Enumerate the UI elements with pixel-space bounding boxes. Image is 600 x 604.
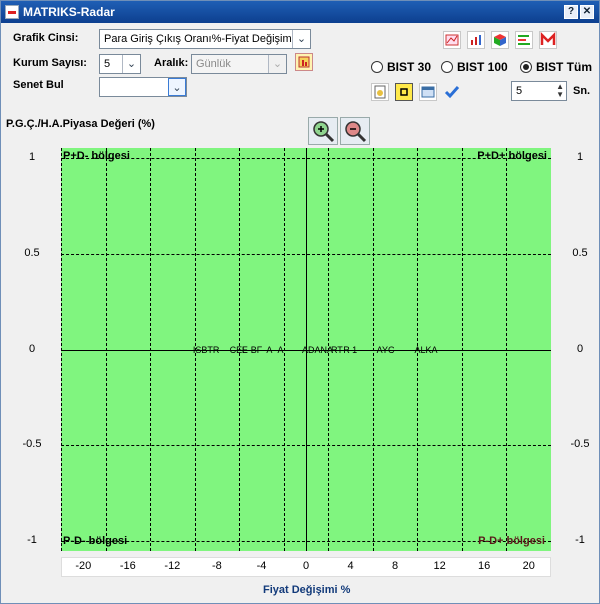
zone-bottom-right: P-D+ bölgesi: [478, 535, 545, 547]
stock-point-r[interactable]: R: [343, 345, 350, 355]
y-tick-label: 0.5: [24, 246, 40, 259]
window-title: MATRIKS-Radar: [23, 5, 115, 19]
spinner-unit: Sn.: [573, 85, 591, 97]
stock-point-rt[interactable]: RT: [331, 345, 343, 355]
interval-select[interactable]: Günlük ⌄: [191, 54, 287, 74]
zoom-in-icon: [313, 121, 335, 143]
stock-point-1[interactable]: 1: [352, 345, 357, 355]
chevron-down-icon[interactable]: ⌄: [122, 55, 140, 73]
refresh-interval-spinner[interactable]: 5 ▲ ▼: [511, 81, 567, 101]
chart-settings-icon[interactable]: [295, 53, 313, 71]
radio-bist30[interactable]: BIST 30: [371, 60, 431, 74]
grid-line-horizontal: [61, 253, 551, 255]
y-tick-label: -1: [575, 534, 585, 547]
m-logo-icon[interactable]: [539, 31, 557, 49]
x-tick-label: 4: [347, 560, 354, 572]
zoom-in-button[interactable]: [308, 117, 338, 145]
stock-point-ayc[interactable]: AYC: [377, 345, 395, 355]
radar-plot[interactable]: P+D- bölgesi P+D+ bölgesi P-D- bölgesi P…: [61, 148, 551, 551]
grid-line-horizontal: [61, 445, 551, 447]
y-tick-label: 0: [28, 342, 36, 355]
cube-icon[interactable]: [491, 31, 509, 49]
y-tick-label: 0: [576, 342, 584, 355]
x-tick-label: 12: [433, 560, 446, 572]
chevron-down-icon[interactable]: ⌄: [268, 55, 286, 73]
y-tick-label: -1: [27, 534, 37, 547]
y-tick-label: 1: [576, 150, 584, 163]
x-tick-label: 16: [478, 560, 491, 572]
chart-icon[interactable]: [443, 31, 461, 49]
find-input[interactable]: ⌄: [99, 77, 187, 97]
y-tick-label: 1: [28, 150, 36, 163]
radio-dot[interactable]: [520, 61, 532, 73]
app-icon: [5, 5, 19, 19]
stock-point-a[interactable]: A: [266, 345, 272, 355]
chart-type-select[interactable]: Para Giriş Çıkış Oranı%-Fiyat Değişimi ⌄: [99, 29, 311, 49]
stock-point-bf[interactable]: BF: [251, 345, 263, 355]
count-value: 5: [104, 58, 111, 70]
x-tick-label: -8: [212, 560, 222, 572]
chart-type-label: Grafik Cinsi:: [13, 32, 79, 44]
count-select[interactable]: 5 ⌄: [99, 54, 141, 74]
interval-label: Aralık:: [154, 57, 189, 69]
stock-point-adana[interactable]: ADANA: [302, 345, 333, 355]
y-tick-label: -0.5: [570, 438, 590, 451]
radio-dot[interactable]: [441, 61, 453, 73]
y-axis-title: P.G.Ç./H.A.Piyasa Değeri (%): [6, 118, 155, 130]
x-tick-label: 0: [302, 560, 310, 572]
stock-point-isbtr[interactable]: ISBTR: [193, 345, 220, 355]
x-tick-label: 8: [392, 560, 399, 572]
zoom-out-button[interactable]: [340, 117, 370, 145]
x-axis-title: Fiyat Değişimi %: [263, 584, 351, 596]
radio-label: BIST Tüm: [536, 60, 592, 74]
count-label: Kurum Sayısı:: [13, 57, 87, 69]
radio-bist-tum[interactable]: BIST Tüm: [520, 60, 592, 74]
find-label: Senet Bul: [13, 79, 64, 91]
close-button[interactable]: ✕: [580, 5, 594, 19]
stock-point-alka[interactable]: ALKA: [414, 345, 437, 355]
zone-top-right: P+D+ bölgesi: [477, 150, 547, 162]
chart-type-value: Para Giriş Çıkış Oranı%-Fiyat Değişimi: [104, 33, 295, 45]
zone-top-left: P+D- bölgesi: [63, 150, 130, 162]
y-tick-label: 0.5: [572, 246, 588, 259]
x-tick-label: 20: [522, 560, 535, 572]
title-bar: MATRIKS-Radar ? ✕: [1, 1, 599, 23]
chevron-down-icon[interactable]: ⌄: [168, 78, 186, 96]
check-icon[interactable]: [443, 83, 461, 101]
radar-window: MATRIKS-Radar ? ✕ Grafik Cinsi: Para Gir…: [0, 0, 600, 604]
spinner-arrows-icon[interactable]: ▲ ▼: [556, 83, 564, 99]
zone-bottom-left: P-D- bölgesi: [63, 535, 128, 547]
radio-dot[interactable]: [371, 61, 383, 73]
yellow-square-icon[interactable]: [395, 83, 413, 101]
zoom-out-icon: [345, 121, 367, 143]
y-tick-label: -0.5: [22, 438, 42, 451]
radio-label: BIST 100: [457, 60, 508, 74]
help-button[interactable]: ?: [564, 5, 578, 19]
spinner-value: 5: [516, 85, 523, 97]
x-tick-label: -20: [75, 560, 92, 572]
radio-label: BIST 30: [387, 60, 432, 74]
stock-point-a[interactable]: A: [278, 345, 284, 355]
stock-point-e[interactable]: E: [242, 345, 248, 355]
bar-chart-icon[interactable]: [467, 31, 485, 49]
interval-value: Günlük: [196, 58, 231, 70]
chevron-down-icon[interactable]: ⌄: [292, 30, 310, 48]
settings-icon[interactable]: [371, 83, 389, 101]
window-icon[interactable]: [419, 83, 437, 101]
x-tick-label: -16: [119, 560, 136, 572]
radio-bist100[interactable]: BIST 100: [441, 60, 508, 74]
x-tick-label: -4: [256, 560, 267, 572]
x-tick-label: -12: [164, 560, 181, 572]
list-icon[interactable]: [515, 31, 533, 49]
